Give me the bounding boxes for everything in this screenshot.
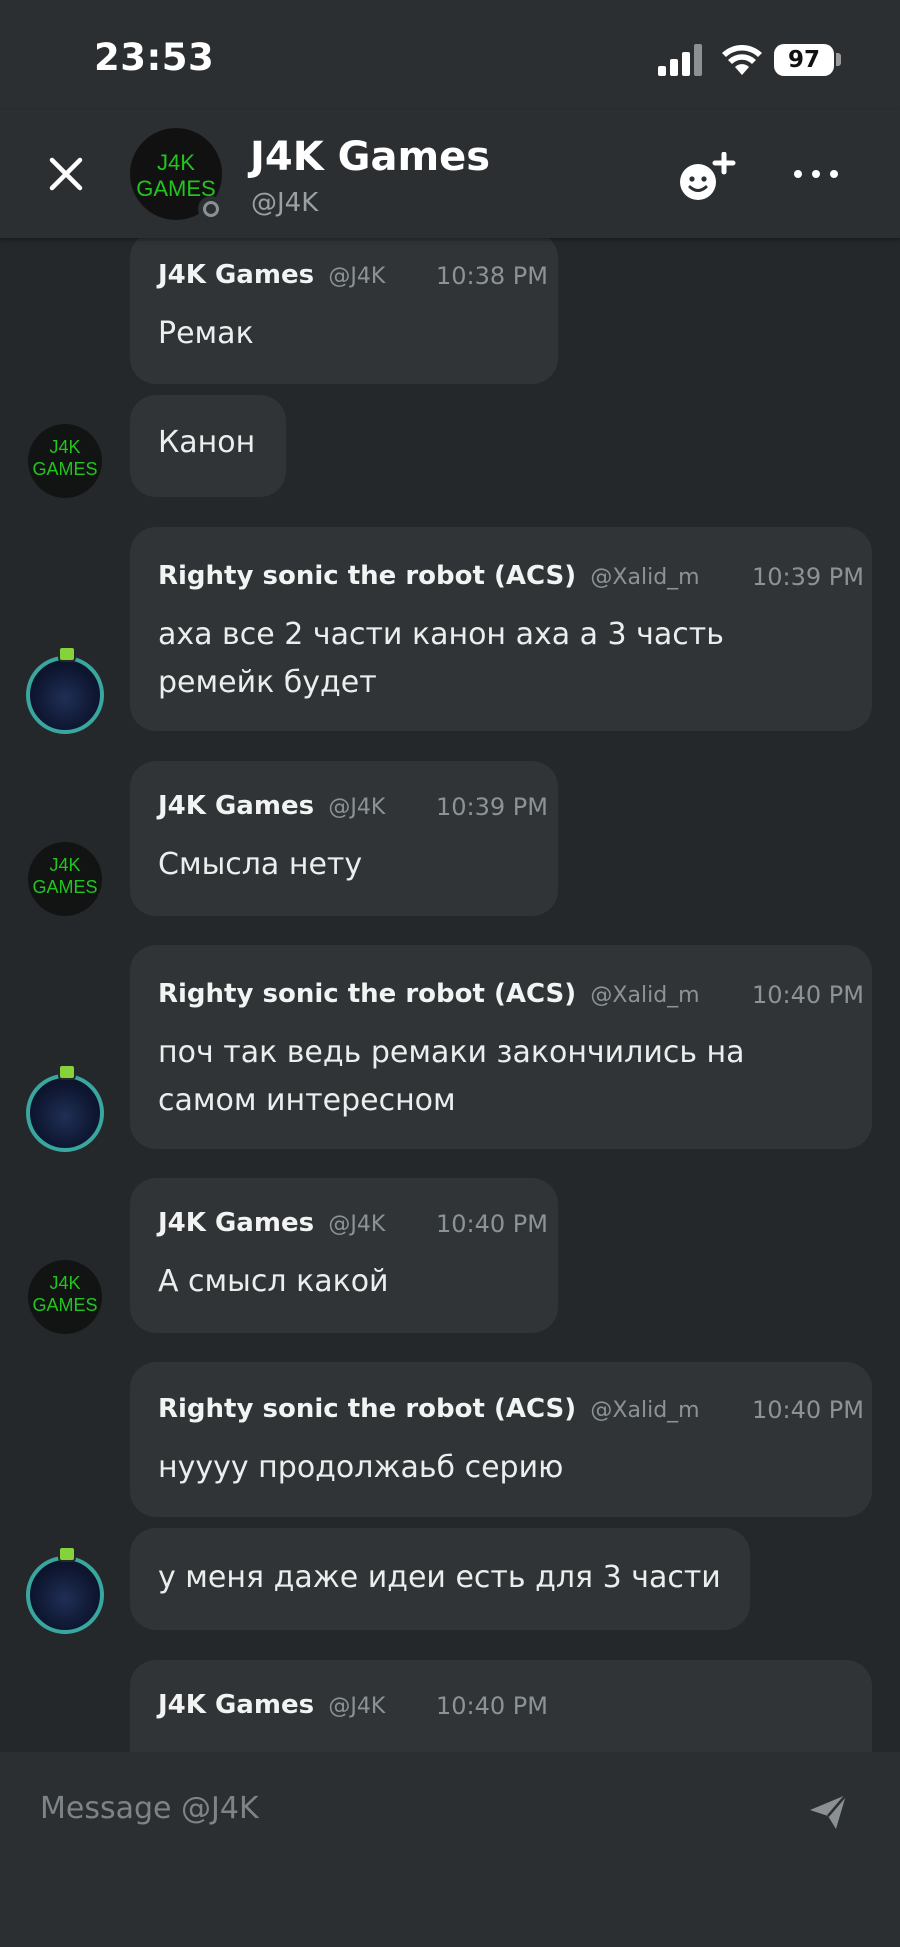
avatar-logo-line2: GAMES [32,459,98,479]
message-header: Righty sonic the robot (ACS) @Xalid_m 10… [158,1394,864,1424]
add-friend-icon[interactable] [676,152,738,204]
wifi-icon [722,45,762,75]
message-text: Ремак [158,316,254,351]
avatar-logo: J4K GAMES [28,436,102,480]
status-bar: 23:53 97 [0,0,900,110]
message-time: 10:38 PM [436,262,548,290]
offline-status-icon [198,196,224,222]
message-bubble[interactable]: Righty sonic the robot (ACS) @Xalid_m 10… [130,1362,872,1517]
message-text: у меня даже идеи есть для 3 части [158,1560,721,1595]
message-bubble[interactable]: Righty sonic the robot (ACS) @Xalid_m 10… [130,945,872,1149]
avatar-badge-icon [58,1064,76,1080]
close-icon[interactable] [44,152,88,196]
message-text: Канон [158,425,256,460]
message-text: Смысла нету [158,847,363,882]
message-author[interactable]: J4K Games [158,1208,314,1238]
chat-header: J4K GAMES J4K Games @J4K [0,110,900,238]
cellular-signal-icon [658,44,704,76]
avatar-logo-line1: J4K [49,437,81,457]
message-handle: @J4K [328,795,386,820]
avatar[interactable]: J4K GAMES [28,842,102,916]
message-author[interactable]: Righty sonic the robot (ACS) [158,979,576,1009]
message-bubble[interactable]: J4K Games @J4K 10:40 PM А смысл какой [130,1178,558,1333]
message-header: J4K Games @J4K 10:38 PM [158,260,548,290]
message-text: нуууу продолжаьб серию [158,1450,564,1485]
battery-level: 97 [774,44,834,76]
avatar-logo-line1: J4K [49,1273,81,1293]
send-icon[interactable] [808,1792,848,1832]
message-time: 10:40 PM [752,981,864,1009]
message-header: J4K Games @J4K 10:40 PM [158,1208,548,1238]
message-author[interactable]: Righty sonic the robot (ACS) [158,561,576,591]
message-bubble[interactable]: J4K Games @J4K 10:39 PM Смысла нету [130,761,558,916]
avatar-logo: J4K GAMES [28,854,102,898]
message-bubble[interactable]: Righty sonic the robot (ACS) @Xalid_m 10… [130,527,872,731]
message-author[interactable]: J4K Games [158,260,314,290]
avatar-logo-line1: J4K [49,855,81,875]
avatar-logo-line2: GAMES [32,877,98,897]
more-icon[interactable] [792,166,840,182]
message-text-line: самом интересном [158,1083,456,1118]
message-author[interactable]: Righty sonic the robot (ACS) [158,1394,576,1424]
message-input[interactable] [38,1784,782,1832]
avatar-logo: J4K GAMES [130,150,222,202]
message-time: 10:40 PM [752,1396,864,1424]
message-handle: @J4K [328,1694,386,1719]
message-bubble[interactable]: у меня даже идеи есть для 3 части [130,1528,750,1630]
message-time: 10:39 PM [752,563,864,591]
message-handle: @J4K [328,264,386,289]
message-time: 10:40 PM [436,1692,548,1720]
message-author[interactable]: J4K Games [158,791,314,821]
message-text: поч так ведь ремаки закончились на самом… [158,1029,745,1125]
avatar-badge-icon [58,646,76,662]
avatar[interactable] [26,646,104,734]
message-bubble[interactable]: J4K Games @J4K 10:38 PM Ремак [130,232,558,384]
message-handle: @Xalid_m [590,983,700,1008]
message-handle: @Xalid_m [590,565,700,590]
status-time: 23:53 [94,36,215,79]
message-composer [0,1752,900,1947]
message-header: Righty sonic the robot (ACS) @Xalid_m 10… [158,979,864,1009]
avatar-logo-line2: GAMES [32,1295,98,1315]
battery-cap [836,53,841,66]
message-header: Righty sonic the robot (ACS) @Xalid_m 10… [158,561,864,591]
message-text: А смысл какой [158,1264,389,1299]
message-text: аха все 2 части канон аха а 3 часть реме… [158,611,724,707]
avatar[interactable]: J4K GAMES [28,424,102,498]
message-text-line: поч так ведь ремаки закончились на [158,1035,745,1070]
avatar[interactable] [26,1546,104,1634]
message-header: J4K Games @J4K 10:39 PM [158,791,548,821]
message-text-line: аха все 2 части канон аха а 3 часть [158,617,724,652]
avatar-logo: J4K GAMES [28,1272,102,1316]
chat-title[interactable]: J4K Games [250,134,490,180]
chat-handle: @J4K [251,188,319,218]
message-text-line: ремейк будет [158,665,377,700]
message-handle: @J4K [328,1212,386,1237]
message-header: J4K Games @J4K 10:40 PM [158,1690,548,1720]
avatar-badge-icon [58,1546,76,1562]
avatar[interactable] [26,1064,104,1152]
message-time: 10:40 PM [436,1210,548,1238]
avatar-logo-line1: J4K [157,150,195,175]
avatar[interactable]: J4K GAMES [28,1260,102,1334]
message-handle: @Xalid_m [590,1398,700,1423]
message-bubble[interactable]: Канон [130,395,286,497]
message-time: 10:39 PM [436,793,548,821]
message-author[interactable]: J4K Games [158,1690,314,1720]
